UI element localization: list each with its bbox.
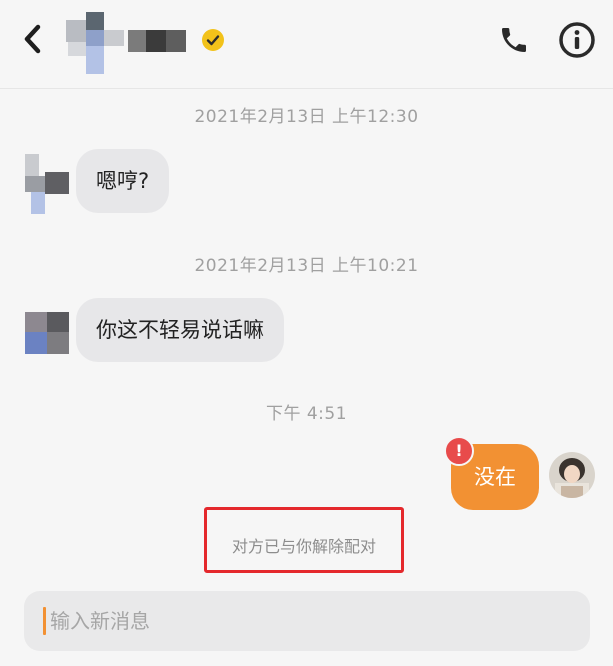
my-avatar[interactable] <box>549 452 595 498</box>
info-button[interactable] <box>556 19 598 61</box>
text-cursor <box>43 607 46 635</box>
message-timestamp: 2021年2月13日 上午10:21 <box>194 256 419 276</box>
back-button[interactable] <box>18 22 48 56</box>
sender-avatar[interactable] <box>25 312 69 354</box>
contact-name-blurred[interactable] <box>128 30 186 52</box>
unmatched-notice: 对方已与你解除配对 <box>231 537 376 556</box>
contact-avatar[interactable] <box>66 12 126 74</box>
incoming-message-bubble[interactable]: 嗯哼? <box>76 149 170 213</box>
phone-icon <box>502 28 526 52</box>
chat-header <box>0 0 613 89</box>
message-timestamp: 下午 4:51 <box>265 404 348 424</box>
sender-avatar[interactable] <box>25 154 69 214</box>
incoming-message-bubble[interactable]: 你这不轻易说话嘛 <box>76 298 284 362</box>
verified-badge <box>201 28 225 52</box>
call-button[interactable] <box>494 20 534 60</box>
message-input-placeholder: 输入新消息 <box>50 609 150 633</box>
info-icon <box>559 22 595 58</box>
chevron-left-icon <box>24 24 41 54</box>
verified-check-icon <box>202 29 224 51</box>
message-timestamp: 2021年2月13日 上午12:30 <box>194 107 419 127</box>
send-failed-icon[interactable]: ! <box>444 436 474 466</box>
